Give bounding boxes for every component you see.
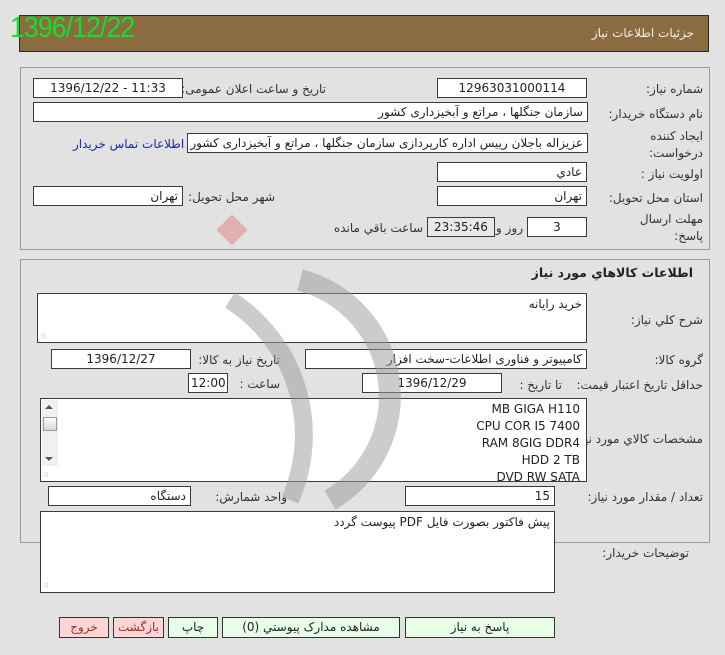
- spec-line: DVD RW SATA: [496, 470, 580, 484]
- specs-scrollbar[interactable]: [42, 400, 58, 466]
- spec-line: RAM 8GIG DDR4: [481, 436, 580, 450]
- specs-textarea[interactable]: MB GIGA H110 CPU COR I5 7400 RAM 8GIG DD…: [40, 398, 587, 484]
- until-date-field: 1396/12/29: [362, 373, 502, 393]
- goods-section-title: اطلاعات کالاهاي مورد نياز: [531, 265, 693, 280]
- days-and-label: روز و: [496, 221, 523, 235]
- buyer-notes-label: توضيحات خريدار:: [602, 546, 689, 560]
- print-button[interactable]: چاپ: [168, 617, 218, 638]
- deadline-label: مهلت ارسال پاسخ:: [639, 212, 703, 243]
- unit-label: واحد شمارش:: [215, 490, 287, 504]
- spec-line: CPU COR I5 7400: [476, 419, 580, 433]
- time-field: 12:00: [188, 373, 228, 393]
- respond-button[interactable]: پاسخ به نياز: [405, 617, 555, 638]
- scroll-thumb[interactable]: [43, 417, 57, 431]
- date-stamp: 1396/12/22: [10, 12, 135, 44]
- need-number-label: شماره نياز:: [646, 82, 703, 96]
- exit-button[interactable]: خروج: [59, 617, 109, 638]
- need-number-field: 12963031000114: [437, 78, 587, 98]
- remaining-label: ساعت باقي مانده: [333, 221, 423, 235]
- city-label: شهر محل تحويل:: [188, 190, 275, 204]
- description-label: شرح کلي نياز:: [630, 313, 703, 327]
- page-title: جزئيات اطلاعات نياز: [591, 26, 694, 40]
- unit-field: دستگاه: [48, 486, 191, 506]
- scroll-up-arrow-icon[interactable]: [45, 405, 53, 409]
- priority-label: اولويت نياز :: [640, 167, 703, 181]
- spec-line: MB GIGA H110: [491, 402, 581, 416]
- quantity-label: تعداد / مقدار مورد نياز:: [587, 490, 703, 504]
- deadline-time-field: 23:35:46: [427, 217, 495, 237]
- need-date-field: 1396/12/27: [51, 349, 191, 369]
- city-field: تهران: [33, 186, 183, 206]
- group-label: گروه کالا:: [654, 353, 704, 367]
- resize-grip-icon[interactable]: ⁞⁞: [41, 333, 45, 340]
- buyer-contact-link[interactable]: اطلاعات تماس خريدار: [73, 137, 184, 151]
- description-textarea[interactable]: خريد رايانه ⁞⁞: [37, 293, 587, 343]
- announce-datetime-field: 1396/12/22 - 11:33: [33, 78, 183, 98]
- view-attachments-button[interactable]: مشاهده مدارک پيوستي (0): [222, 617, 400, 638]
- back-button[interactable]: بازگشت: [113, 617, 164, 638]
- creator-field: عزيزاله باجلان رييس اداره کارپردازی سازم…: [187, 133, 588, 153]
- buyer-org-field: سازمان جنگلها ، مراتع و آبخيزداری کشور: [33, 102, 588, 122]
- group-field: کامپيوتر و فناوری اطلاعات-سخت افزار: [305, 349, 587, 369]
- buyer-org-label: نام دستگاه خريدار:: [608, 107, 704, 121]
- time-label: ساعت :: [239, 377, 280, 391]
- creator-label: ايجاد کننده درخواست:: [649, 129, 703, 160]
- buyer-notes-textarea[interactable]: پيش فاکتور بصورت فايل PDF پيوست گردد ⁞⁞: [40, 511, 555, 593]
- need-date-label: تاريخ نياز به کالا:: [198, 353, 280, 367]
- spec-line: HDD 2 TB: [521, 453, 580, 467]
- description-text: خريد رايانه: [528, 297, 582, 311]
- until-date-label: تا تاريخ :: [519, 378, 562, 392]
- price-validity-label: حداقل تاريخ اعتبار قيمت:: [576, 378, 703, 392]
- priority-field: عادي: [437, 162, 587, 182]
- province-field: تهران: [437, 186, 587, 206]
- resize-grip-icon[interactable]: ⁞⁞: [44, 583, 48, 590]
- resize-grip-icon[interactable]: ⁞⁞: [44, 472, 48, 479]
- quantity-field: 15: [405, 486, 555, 506]
- deadline-days-field: 3: [527, 217, 587, 237]
- specs-label: مشخصات کالاي مورد نياز:: [571, 432, 703, 446]
- province-label: استان محل تحويل:: [608, 191, 703, 205]
- scroll-down-arrow-icon[interactable]: [45, 457, 53, 461]
- announce-label: تاريخ و ساعت اعلان عمومی:: [181, 82, 326, 96]
- buyer-notes-text: پيش فاکتور بصورت فايل PDF پيوست گردد: [333, 515, 550, 529]
